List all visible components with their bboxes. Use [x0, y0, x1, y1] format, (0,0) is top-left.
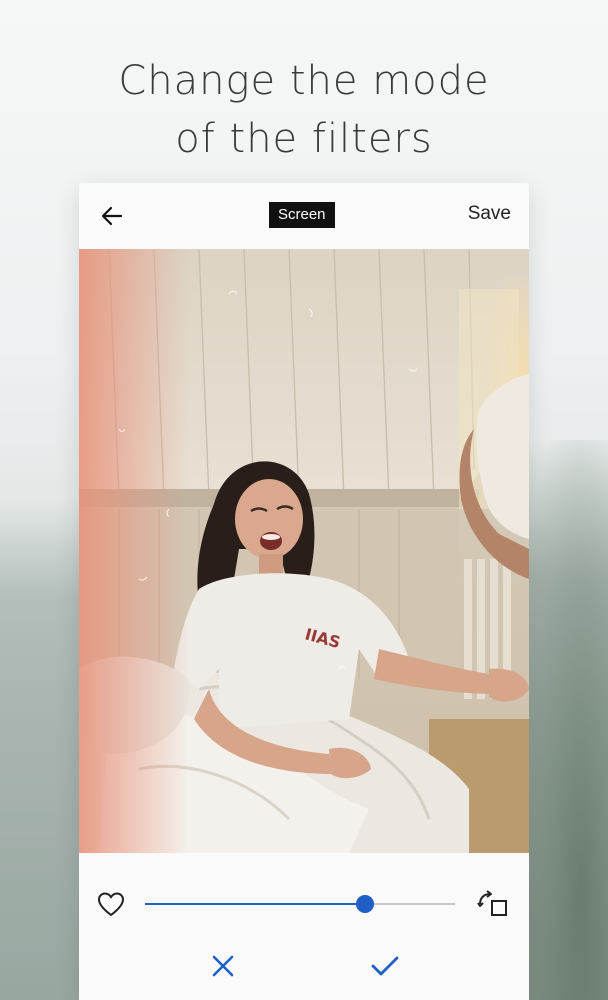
promo-headline-line2: of the filters	[175, 116, 433, 162]
filter-intensity-slider[interactable]	[145, 893, 455, 915]
rotate-square-icon	[477, 890, 507, 916]
photo-illustration: IIAS	[79, 249, 529, 853]
apply-filter-button[interactable]	[367, 948, 403, 984]
arrow-left-icon	[101, 206, 123, 226]
blend-mode-button[interactable]: Screen	[269, 202, 335, 228]
slider-thumb[interactable]	[356, 895, 375, 913]
photo-preview: IIAS	[79, 249, 529, 853]
save-button[interactable]: Save	[468, 203, 511, 225]
filter-controls	[79, 853, 529, 1000]
app-screen: Screen Save IIAS	[79, 183, 529, 1000]
background-hill-right	[518, 440, 608, 1000]
check-icon	[371, 956, 399, 976]
cancel-filter-button[interactable]	[205, 948, 241, 984]
slider-fill	[145, 903, 366, 905]
background-hill-left	[0, 500, 90, 1000]
close-icon	[212, 955, 234, 977]
top-toolbar: Screen Save	[79, 183, 529, 249]
promo-headline: Change the mode of the filters	[0, 52, 608, 168]
heart-outline-icon	[97, 892, 125, 917]
favorite-button[interactable]	[95, 888, 127, 920]
promo-headline-line1: Change the mode	[118, 58, 490, 104]
change-mode-button[interactable]	[473, 886, 513, 922]
back-button[interactable]	[97, 201, 127, 231]
